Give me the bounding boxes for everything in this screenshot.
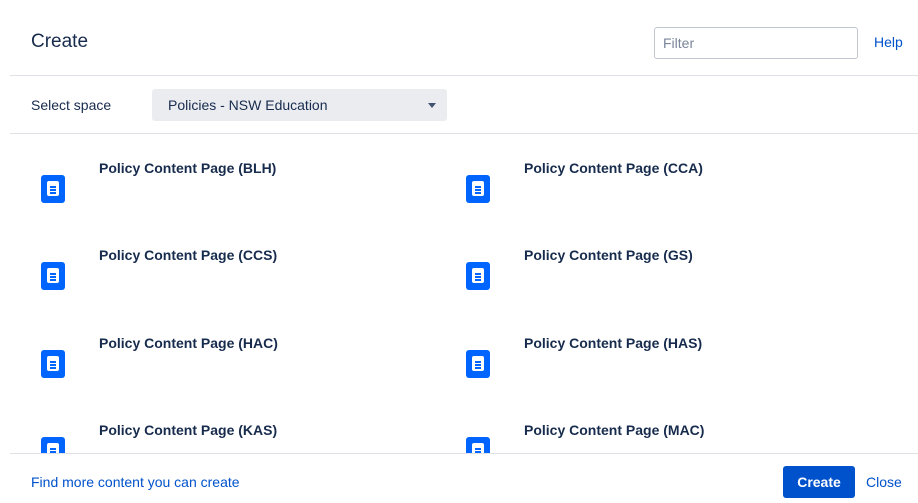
template-item[interactable]: Policy Content Page (MAC): [466, 422, 866, 453]
page-template-icon: [41, 437, 65, 453]
template-name: Policy Content Page (MAC): [524, 422, 705, 438]
page-template-icon: [466, 350, 490, 378]
create-button[interactable]: Create: [783, 466, 855, 498]
help-link[interactable]: Help: [874, 34, 903, 50]
page-template-icon: [466, 437, 490, 453]
dialog-title: Create: [31, 31, 89, 52]
template-name: Policy Content Page (CCS): [99, 247, 278, 263]
template-name: Policy Content Page (GS): [524, 247, 693, 263]
create-dialog: Create Help Select space Policies - NSW …: [0, 0, 918, 503]
template-item[interactable]: Policy Content Page (GS): [466, 247, 866, 317]
space-select-value: Policies - NSW Education: [168, 97, 328, 113]
find-more-content-link[interactable]: Find more content you can create: [31, 474, 240, 490]
template-item[interactable]: Policy Content Page (HAS): [466, 335, 866, 405]
page-template-icon: [466, 175, 490, 203]
template-item[interactable]: Policy Content Page (CCS): [41, 247, 441, 317]
space-select[interactable]: Policies - NSW Education: [152, 89, 447, 121]
template-name: Policy Content Page (KAS): [99, 422, 278, 438]
template-item[interactable]: Policy Content Page (KAS): [41, 422, 441, 453]
page-template-icon: [41, 350, 65, 378]
filter-input[interactable]: [654, 27, 858, 59]
template-name: Policy Content Page (CCA): [524, 160, 703, 176]
page-template-icon: [41, 175, 65, 203]
template-list: Policy Content Page (BLH) Policy Content…: [10, 135, 918, 453]
template-name: Policy Content Page (HAS): [524, 335, 703, 351]
dialog-footer: Find more content you can create Create …: [10, 453, 918, 503]
select-space-label: Select space: [31, 97, 112, 113]
close-button[interactable]: Close: [866, 474, 902, 490]
template-name: Policy Content Page (HAC): [99, 335, 278, 351]
page-template-icon: [466, 262, 490, 290]
page-template-icon: [41, 262, 65, 290]
dialog-header: Create Help: [10, 10, 918, 76]
template-item[interactable]: Policy Content Page (HAC): [41, 335, 441, 405]
template-item[interactable]: Policy Content Page (BLH): [41, 160, 441, 230]
template-item[interactable]: Policy Content Page (CCA): [466, 160, 866, 230]
space-selector-row: Select space Policies - NSW Education: [10, 77, 918, 134]
chevron-down-icon: [428, 103, 436, 108]
template-name: Policy Content Page (BLH): [99, 160, 277, 176]
